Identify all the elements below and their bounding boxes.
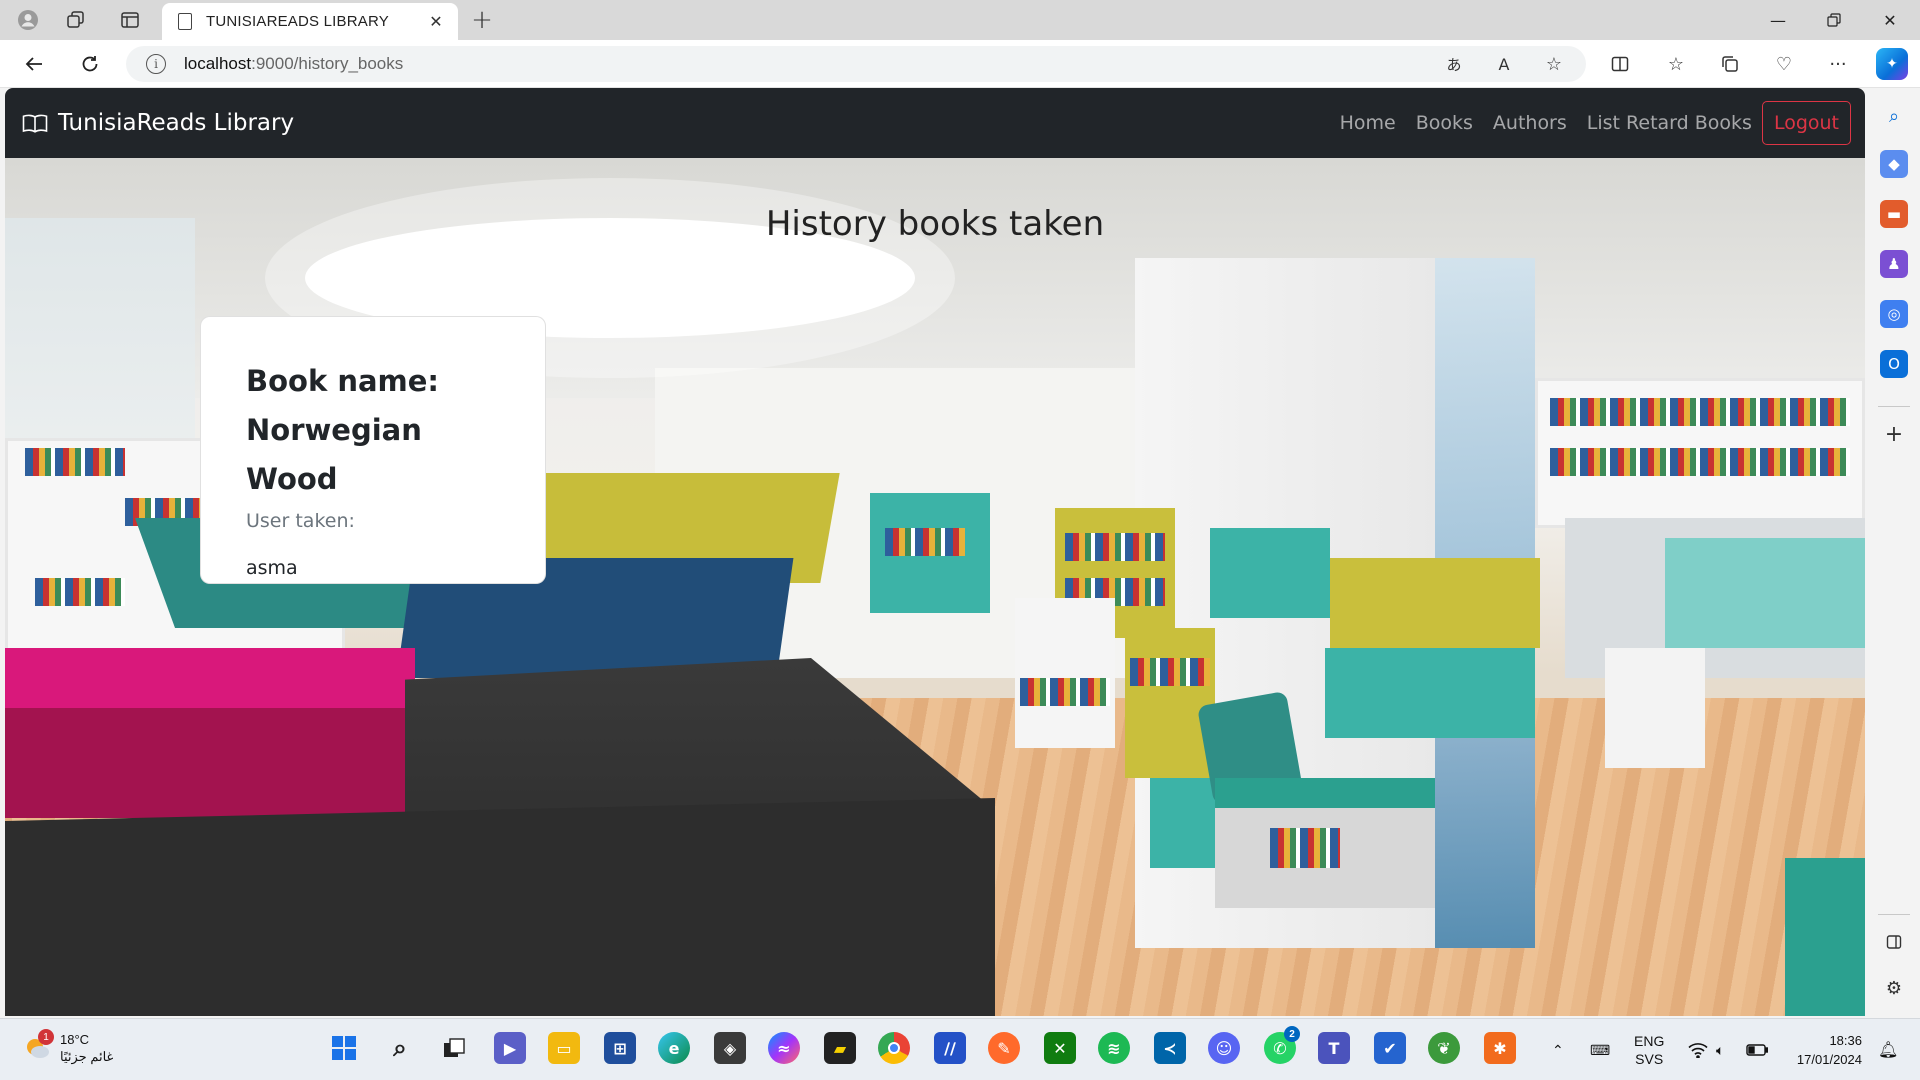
unity-icon[interactable]: ◈: [714, 1032, 746, 1064]
keyboard-icon[interactable]: ⌨: [1590, 1019, 1610, 1080]
library-background-image: [5, 158, 1865, 1016]
weather-badge: 1: [38, 1029, 54, 1045]
sidebar-settings-icon[interactable]: ⚙: [1880, 974, 1908, 1002]
edge-taskbar-icon[interactable]: e: [658, 1032, 690, 1064]
brand-name: TunisiaReads Library: [58, 110, 295, 136]
weather-temp: 18°C: [60, 1032, 90, 1047]
notifications-icon[interactable]: 🔔︎: [1878, 1019, 1898, 1080]
user-taken-value: asma: [246, 557, 298, 579]
close-tab-icon[interactable]: ✕: [426, 12, 446, 31]
chrome-icon[interactable]: [878, 1032, 910, 1064]
favorite-star-icon[interactable]: ☆: [1538, 48, 1570, 80]
taskbar-search-icon[interactable]: ⌕: [384, 1032, 416, 1064]
weather-desc: غائم جزئيًا: [60, 1049, 114, 1064]
task-view-icon[interactable]: [438, 1032, 470, 1064]
user-taken-label: User taken:: [246, 510, 355, 532]
outlook-icon[interactable]: O: [1880, 350, 1908, 378]
wifi-icon[interactable]: [1688, 1019, 1708, 1080]
refresh-icon[interactable]: [74, 48, 106, 80]
microsoft-store-icon[interactable]: ⊞: [604, 1032, 636, 1064]
page-viewport: TunisiaReads Library Home Books Authors …: [5, 88, 1865, 1016]
system-clock[interactable]: 18:36 17/01/2024: [1797, 1031, 1862, 1069]
tab-strip: TUNISIAREADS LIBRARY ✕ + — ✕: [0, 0, 1920, 40]
whatsapp-icon[interactable]: ✆ 2: [1264, 1026, 1300, 1064]
discord-icon[interactable]: ☺: [1208, 1032, 1240, 1064]
page-icon: [178, 13, 192, 30]
input-language[interactable]: ENG SVS: [1634, 1019, 1664, 1080]
close-window-icon[interactable]: ✕: [1862, 0, 1918, 40]
keyboard-layout: SVS: [1635, 1051, 1664, 1067]
browser-tab[interactable]: TUNISIAREADS LIBRARY ✕: [162, 3, 458, 40]
todo-icon[interactable]: ✔: [1374, 1032, 1406, 1064]
xampp-icon[interactable]: ✱: [1484, 1032, 1516, 1064]
history-book-card: Book name: Norwegian Wood User taken: as…: [200, 316, 546, 584]
copilot-icon[interactable]: ✦: [1876, 48, 1908, 80]
split-screen-icon[interactable]: [1604, 48, 1636, 80]
nav-authors[interactable]: Authors: [1493, 112, 1567, 134]
postman-icon[interactable]: ✎: [988, 1032, 1020, 1064]
volume-icon[interactable]: 🔈︎: [1716, 1019, 1724, 1080]
back-icon[interactable]: [18, 48, 50, 80]
brand-link[interactable]: TunisiaReads Library: [22, 110, 294, 136]
url-field[interactable]: i localhost:9000/history_books: [126, 46, 1586, 82]
file-explorer-icon[interactable]: ▭: [548, 1032, 580, 1064]
hide-sidebar-icon[interactable]: [1880, 928, 1908, 956]
sticky-notes-icon[interactable]: ▰: [824, 1032, 856, 1064]
teams-icon[interactable]: T: [1318, 1032, 1350, 1064]
games-icon[interactable]: ♟: [1880, 250, 1908, 278]
page-title: History books taken: [765, 204, 1105, 244]
minimize-icon[interactable]: —: [1750, 0, 1806, 40]
browser-essentials-icon[interactable]: ♡: [1768, 48, 1800, 80]
nav-home[interactable]: Home: [1340, 112, 1396, 134]
site-info-icon[interactable]: i: [146, 54, 166, 74]
clock-date: 17/01/2024: [1796, 1052, 1862, 1067]
language-code: ENG: [1634, 1033, 1665, 1049]
search-icon[interactable]: ⌕: [1880, 102, 1908, 130]
address-bar: i localhost:9000/history_books あ A ☆ ☆ ♡…: [0, 40, 1920, 88]
nav-list-retard-books[interactable]: List Retard Books: [1587, 112, 1752, 134]
xbox-icon[interactable]: ✕: [1044, 1032, 1076, 1064]
tab-actions-icon[interactable]: [114, 4, 146, 36]
battery-icon[interactable]: [1746, 1019, 1768, 1080]
read-aloud-icon[interactable]: A: [1488, 48, 1520, 80]
messenger-icon[interactable]: ≈: [768, 1032, 800, 1064]
restore-icon[interactable]: [1806, 0, 1862, 40]
tab-title: TUNISIAREADS LIBRARY: [206, 13, 389, 30]
edge-sidebar: ⌕ ◆ ▬ ♟ ◎ O + ⚙: [1868, 88, 1920, 1018]
favorites-icon[interactable]: ☆: [1660, 48, 1692, 80]
teams-meet-icon[interactable]: ▶: [494, 1032, 526, 1064]
book-name-value: Norwegian Wood: [246, 413, 422, 496]
microsoft365-icon[interactable]: ◎: [1880, 300, 1908, 328]
url-host: localhost: [184, 54, 252, 73]
vscode-icon[interactable]: ≺: [1154, 1032, 1186, 1064]
windows-taskbar: 1 18°C غائم جزئيًا ⌕ ▶ ▭ ⊞ e ◈ ≈ ▰ ∕∕ ✎ …: [0, 1018, 1920, 1080]
workspaces-icon[interactable]: [60, 4, 92, 36]
tools-icon[interactable]: ▬: [1880, 200, 1908, 228]
spotify-icon[interactable]: ≋: [1098, 1032, 1130, 1064]
profile-icon[interactable]: [12, 4, 44, 36]
nav-books[interactable]: Books: [1416, 112, 1473, 134]
clock-time: 18:36: [1829, 1033, 1862, 1048]
gitkraken-icon[interactable]: ❦: [1428, 1032, 1460, 1064]
shopping-icon[interactable]: ◆: [1880, 150, 1908, 178]
url-path: :9000/history_books: [251, 54, 404, 73]
weather-icon: 1: [22, 1029, 54, 1063]
logout-button[interactable]: Logout: [1761, 101, 1851, 145]
collections-icon[interactable]: [1714, 48, 1746, 80]
show-hidden-icons[interactable]: ⌃: [1552, 1019, 1564, 1080]
site-navbar: TunisiaReads Library Home Books Authors …: [5, 88, 1865, 158]
book-icon: [22, 114, 48, 133]
weather-widget[interactable]: 1 18°C غائم جزئيًا: [22, 1029, 114, 1065]
translate-icon[interactable]: あ: [1438, 48, 1470, 80]
add-sidebar-app-icon[interactable]: +: [1880, 420, 1908, 448]
more-menu-icon[interactable]: ···: [1822, 48, 1854, 80]
book-name-label: Book name:: [246, 364, 440, 398]
new-tab-button[interactable]: +: [466, 4, 498, 36]
windows-start-icon[interactable]: [328, 1032, 360, 1064]
whatsapp-badge: 2: [1284, 1026, 1300, 1042]
nav-links: Home Books Authors List Retard Books Log…: [1320, 101, 1851, 145]
whiteboard-icon[interactable]: ∕∕: [934, 1032, 966, 1064]
